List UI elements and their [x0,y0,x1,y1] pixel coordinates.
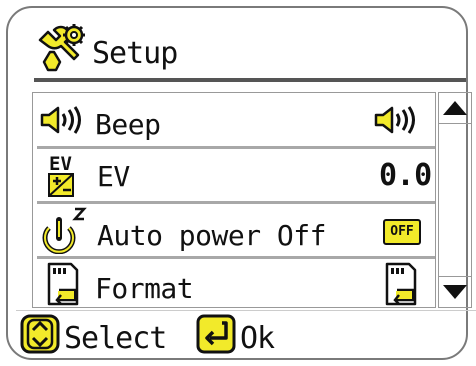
sd-card-format-icon [385,262,417,306]
setup-menu-list: Beep EV EV 0.0 Auto power Off OFF Format [32,92,436,308]
off-badge-text: OFF [390,224,414,239]
speaker-icon [40,106,81,134]
menu-item-auto-power-off[interactable]: Auto power Off OFF [33,204,435,257]
select-hint-label: Select [64,321,167,356]
title-divider [34,78,466,82]
scroll-down-arrow-icon[interactable] [439,277,471,307]
menu-item-ev[interactable]: EV EV 0.0 [33,149,435,202]
ok-hint-label: Ok [240,321,275,356]
menu-item-label: Format [95,272,194,305]
sd-card-format-icon [47,262,79,306]
menu-item-label: EV [97,160,130,193]
svg-text:EV: EV [49,153,72,175]
menu-item-beep[interactable]: Beep [33,93,435,146]
menu-item-format[interactable]: Format [33,259,435,312]
scroll-up-arrow-icon[interactable] [439,93,471,123]
speaker-icon [374,106,415,134]
footer-divider [16,310,476,311]
up-down-select-icon[interactable] [20,314,60,354]
scrollbar[interactable] [438,92,472,308]
wrench-gear-icon [38,24,85,72]
setup-screen: Setup Beep EV EV 0.0 Auto power Off OFF … [6,6,476,360]
off-badge: OFF [383,219,421,245]
ev-icon: EV [48,153,74,197]
enter-ok-icon[interactable] [196,314,236,354]
power-sleep-icon [42,207,87,254]
ev-value: 0.0 [379,158,432,193]
scroll-divider [439,123,471,124]
menu-item-label: Auto power Off [97,219,327,252]
page-title: Setup [92,36,178,71]
menu-item-label: Beep [95,108,161,141]
